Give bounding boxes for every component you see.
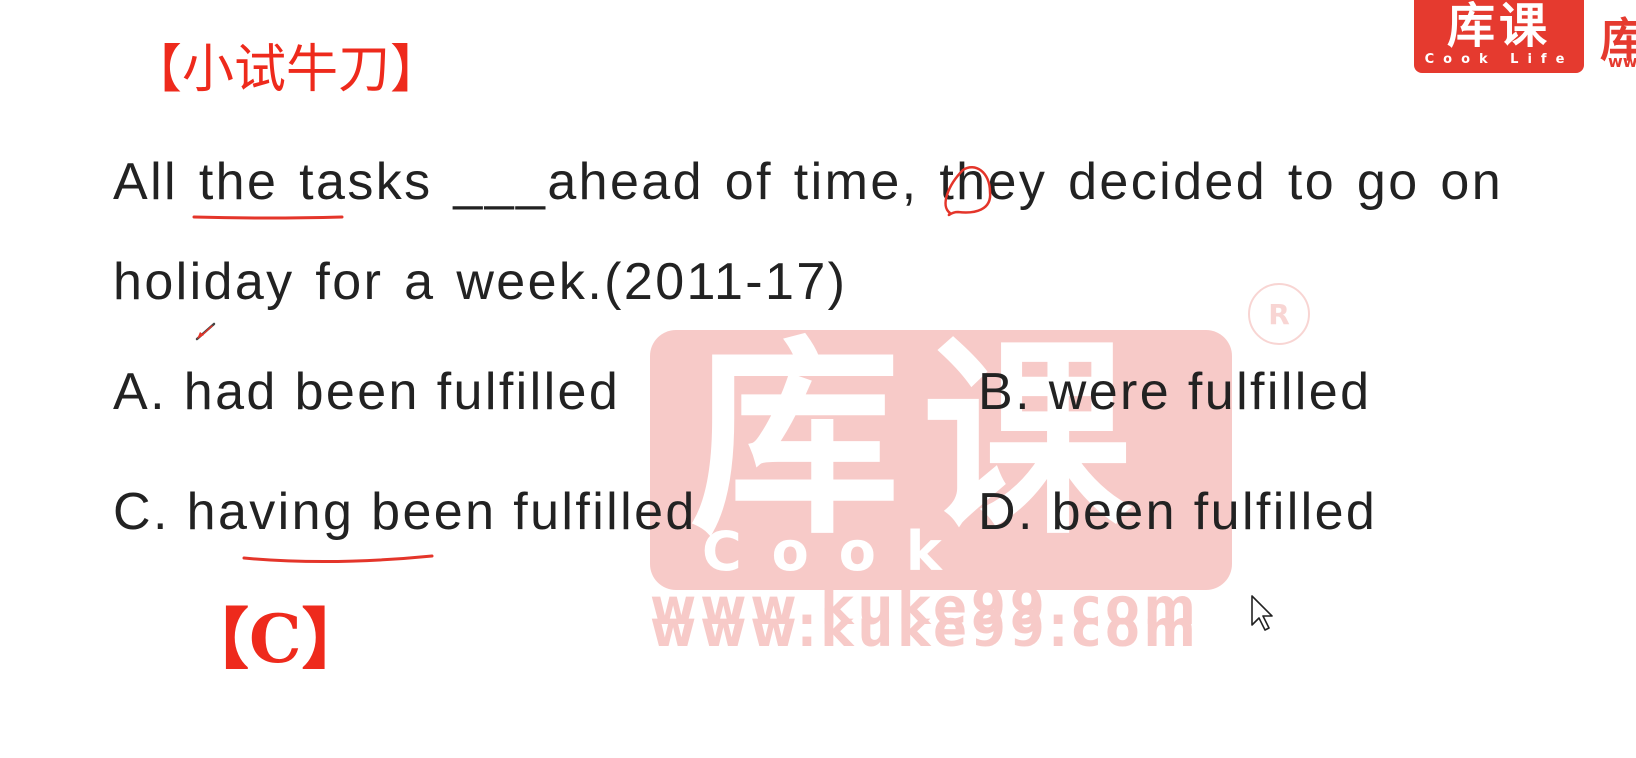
watermark-url-shadow: www.kuke99.com: [650, 600, 1200, 658]
option-b: B. were fulfilled: [978, 363, 1372, 421]
answer: 【C】: [183, 600, 368, 678]
section-title: 【小试牛刀】: [130, 40, 443, 100]
option-d: D. been fulfilled: [978, 483, 1378, 541]
slide: 库课 Cook Life www.kuke99.com www.kuke99.c…: [0, 0, 1636, 758]
underline-having: [242, 554, 434, 564]
cursor-icon: [1251, 595, 1273, 631]
option-a: A. had been fulfilled: [113, 363, 621, 421]
logo-brand: Cook Life: [1424, 52, 1574, 67]
logo: 库课 Cook Life: [1414, 0, 1584, 73]
logo-chars: 库课: [1446, 0, 1551, 54]
watermark-url: www.kuke99.com: [650, 578, 1200, 636]
logo-partial-url: ww: [1608, 52, 1636, 71]
question-text: All the tasks ___ahead of time, they dec…: [113, 153, 1504, 311]
option-c: C. having been fulfilled: [113, 483, 697, 541]
